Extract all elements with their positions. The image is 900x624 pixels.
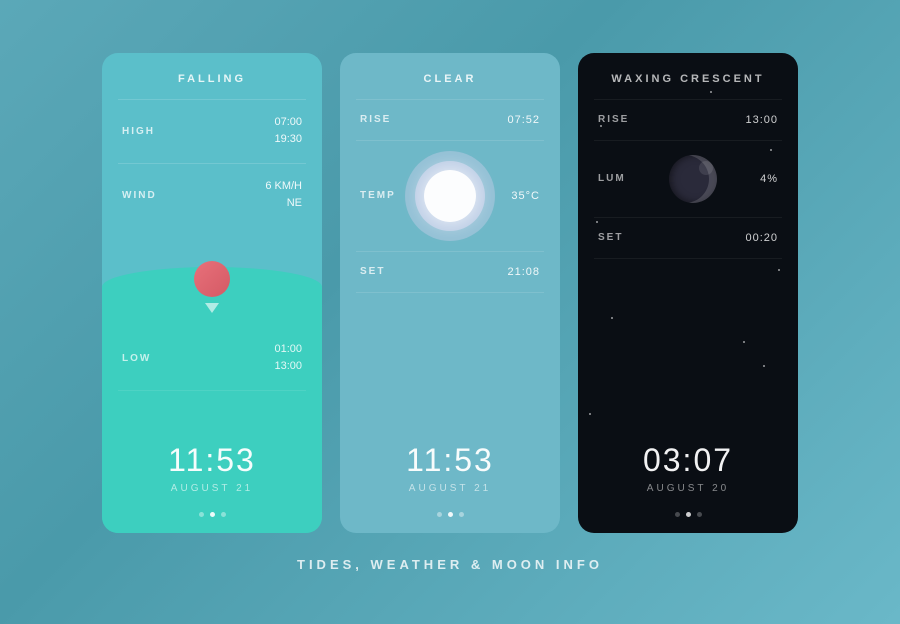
tides-wind-values: 6 KM/H NE [265, 178, 302, 213]
tides-low-values: 01:00 13:00 [274, 341, 302, 376]
weather-date: AUGUST 21 [350, 483, 550, 494]
moon-lum-label: LUM [598, 173, 626, 184]
star-10 [743, 341, 745, 343]
moon-time-display: 03:07 AUGUST 20 [578, 422, 798, 502]
tides-high-label: HIGH [122, 126, 155, 137]
weather-dot-3 [459, 512, 464, 517]
tides-low-value: 13:00 [274, 358, 302, 376]
tides-date: AUGUST 21 [112, 483, 312, 494]
weather-divider-3 [356, 251, 544, 252]
tides-dot-2 [210, 512, 215, 517]
weather-time-display: 11:53 AUGUST 21 [340, 422, 560, 502]
weather-set-time: 21:08 [507, 266, 540, 278]
moon-phase-visual [669, 155, 717, 203]
moon-dot-1 [675, 512, 680, 517]
weather-sun-visual [405, 151, 495, 241]
tides-wind-dir: NE [265, 195, 302, 213]
moon-lum-value: 4% [760, 173, 778, 185]
tides-wind-label: WIND [122, 190, 157, 201]
tides-wind-row: WIND 6 KM/H NE [102, 164, 322, 227]
tides-visual [102, 227, 322, 327]
star-4 [596, 221, 598, 223]
star-7 [763, 365, 765, 367]
tides-header: FALLING [102, 53, 322, 99]
weather-set-label: SET [360, 266, 385, 277]
tides-high-time: 07:00 [274, 114, 302, 132]
weather-divider-1 [356, 99, 544, 100]
tides-divider-2 [118, 163, 306, 164]
moon-set-label: SET [598, 232, 623, 243]
tides-low-time: 01:00 [274, 341, 302, 359]
tides-divider-3 [118, 390, 306, 391]
tides-card: FALLING HIGH 07:00 19:30 WIND 6 KM/H NE [102, 53, 322, 533]
sun-inner-circle [424, 170, 476, 222]
moon-highlight [699, 161, 713, 175]
moon-dot-3 [697, 512, 702, 517]
star-8 [589, 413, 591, 415]
cards-container: FALLING HIGH 07:00 19:30 WIND 6 KM/H NE [102, 53, 798, 533]
tides-divider-1 [118, 99, 306, 100]
star-2 [710, 91, 712, 93]
moon-rise-label: RISE [598, 114, 629, 125]
weather-dot-1 [437, 512, 442, 517]
moon-dot-2 [686, 512, 691, 517]
tides-wind-speed: 6 KM/H [265, 178, 302, 196]
weather-temp-label: TEMP [360, 190, 396, 201]
moon-rise-row: RISE 13:00 [578, 100, 798, 140]
weather-temp-value: 35°C [511, 190, 540, 202]
moon-rise-time: 13:00 [745, 114, 778, 126]
moon-card: WAXING CRESCENT RISE 13:00 LUM 4% SET 00… [578, 53, 798, 533]
page-title: TIDES, WEATHER & MOON INFO [297, 557, 603, 572]
weather-dot-2 [448, 512, 453, 517]
tide-sun-icon [194, 261, 230, 297]
moon-divider-1 [594, 99, 782, 100]
moon-divider-3 [594, 217, 782, 218]
tides-low-row: LOW 01:00 13:00 [102, 327, 322, 390]
moon-lum-row: LUM 4% [578, 141, 798, 217]
star-1 [600, 125, 602, 127]
tides-high-row: HIGH 07:00 19:30 [102, 100, 322, 163]
moon-divider-4 [594, 258, 782, 259]
weather-divider-4 [356, 292, 544, 293]
star-6 [611, 317, 613, 319]
moon-header: WAXING CRESCENT [578, 53, 798, 99]
weather-rise-label: RISE [360, 114, 391, 125]
moon-time: 03:07 [588, 442, 788, 479]
tide-arrow-icon [205, 303, 219, 313]
tides-dot-3 [221, 512, 226, 517]
moon-set-time: 00:20 [745, 232, 778, 244]
tides-high-values: 07:00 19:30 [274, 114, 302, 149]
moon-dots [578, 502, 798, 533]
tides-dot-1 [199, 512, 204, 517]
weather-card: CLEAR RISE 07:52 TEMP 35°C SET 21:08 11:… [340, 53, 560, 533]
weather-set-row: SET 21:08 [340, 252, 560, 292]
tides-dots [102, 502, 322, 533]
weather-rise-row: RISE 07:52 [340, 100, 560, 140]
weather-dots [340, 502, 560, 533]
tides-high-value: 19:30 [274, 131, 302, 149]
weather-temp-row: TEMP 35°C [340, 141, 560, 251]
moon-set-row: SET 00:20 [578, 218, 798, 258]
tides-time-display: 11:53 AUGUST 21 [102, 422, 322, 502]
weather-rise-time: 07:52 [507, 114, 540, 126]
weather-time: 11:53 [350, 442, 550, 479]
tides-low-label: LOW [122, 353, 151, 364]
weather-header: CLEAR [340, 53, 560, 99]
moon-date: AUGUST 20 [588, 483, 788, 494]
tides-time: 11:53 [112, 442, 312, 479]
